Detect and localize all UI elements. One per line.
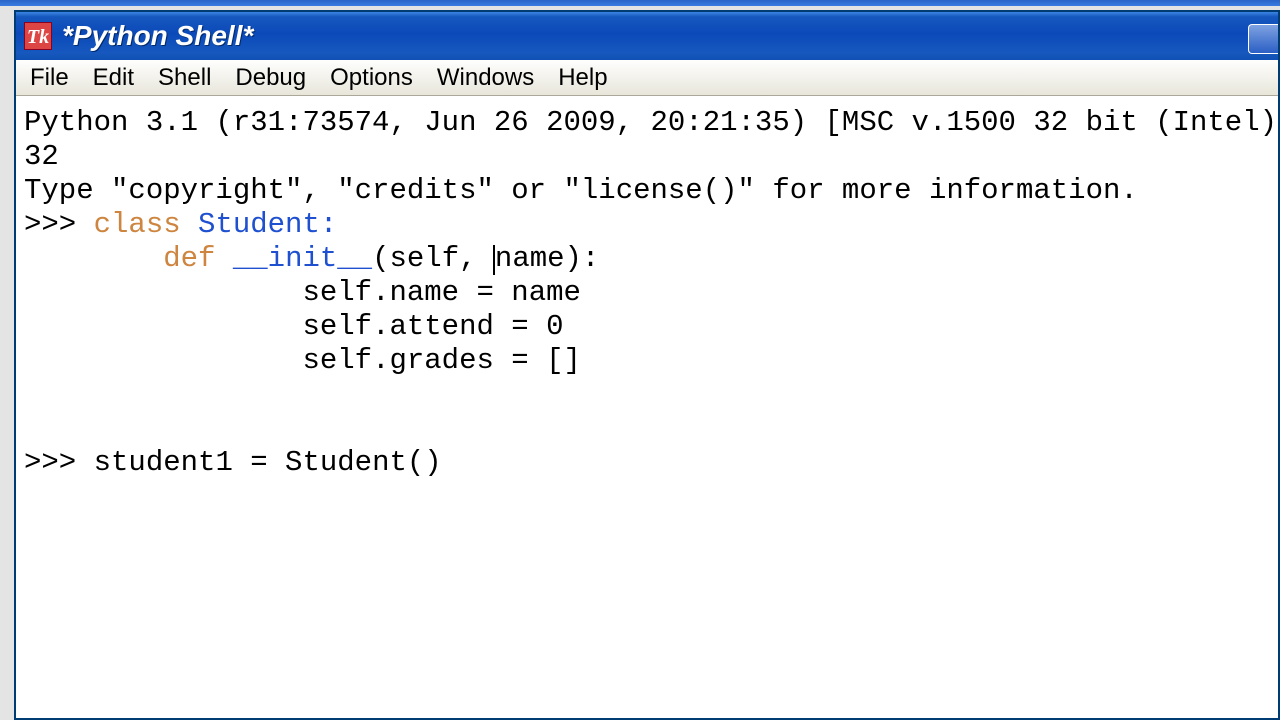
indent bbox=[24, 276, 302, 309]
app-icon: Tk bbox=[24, 22, 52, 50]
method-name: __init__ bbox=[215, 242, 372, 275]
body-line-1: self.name = name bbox=[302, 276, 580, 309]
menu-windows[interactable]: Windows bbox=[425, 61, 546, 95]
idle-window: Tk *Python Shell* File Edit Shell Debug … bbox=[14, 10, 1280, 720]
indent bbox=[24, 310, 302, 343]
banner-line-3: Type "copyright", "credits" or "license(… bbox=[24, 174, 1138, 207]
keyword-class: class bbox=[94, 208, 181, 241]
sig-post: name): bbox=[495, 242, 599, 275]
menu-shell[interactable]: Shell bbox=[146, 61, 223, 95]
indent bbox=[24, 344, 302, 377]
prompt-1: >>> bbox=[24, 208, 94, 241]
menu-options[interactable]: Options bbox=[318, 61, 425, 95]
menubar: File Edit Shell Debug Options Windows He… bbox=[16, 60, 1278, 96]
banner-line-1: Python 3.1 (r31:73574, Jun 26 2009, 20:2… bbox=[24, 106, 1278, 139]
banner-line-2: 32 bbox=[24, 140, 59, 173]
menu-edit[interactable]: Edit bbox=[81, 61, 146, 95]
window-title: *Python Shell* bbox=[62, 20, 253, 52]
statement-2: student1 = Student() bbox=[94, 446, 442, 479]
taskbar-edge bbox=[0, 0, 1280, 6]
body-line-2: self.attend = 0 bbox=[302, 310, 563, 343]
indent bbox=[24, 242, 163, 275]
menu-help[interactable]: Help bbox=[546, 61, 619, 95]
titlebar[interactable]: Tk *Python Shell* bbox=[16, 12, 1278, 60]
menu-debug[interactable]: Debug bbox=[223, 61, 318, 95]
keyword-def: def bbox=[163, 242, 215, 275]
sig-pre: (self, bbox=[372, 242, 494, 275]
minimize-button[interactable] bbox=[1248, 24, 1278, 54]
menu-file[interactable]: File bbox=[18, 61, 81, 95]
body-line-3: self.grades = [] bbox=[302, 344, 580, 377]
prompt-2: >>> bbox=[24, 446, 94, 479]
shell-text-area[interactable]: Python 3.1 (r31:73574, Jun 26 2009, 20:2… bbox=[16, 96, 1278, 718]
class-name: Student: bbox=[181, 208, 338, 241]
